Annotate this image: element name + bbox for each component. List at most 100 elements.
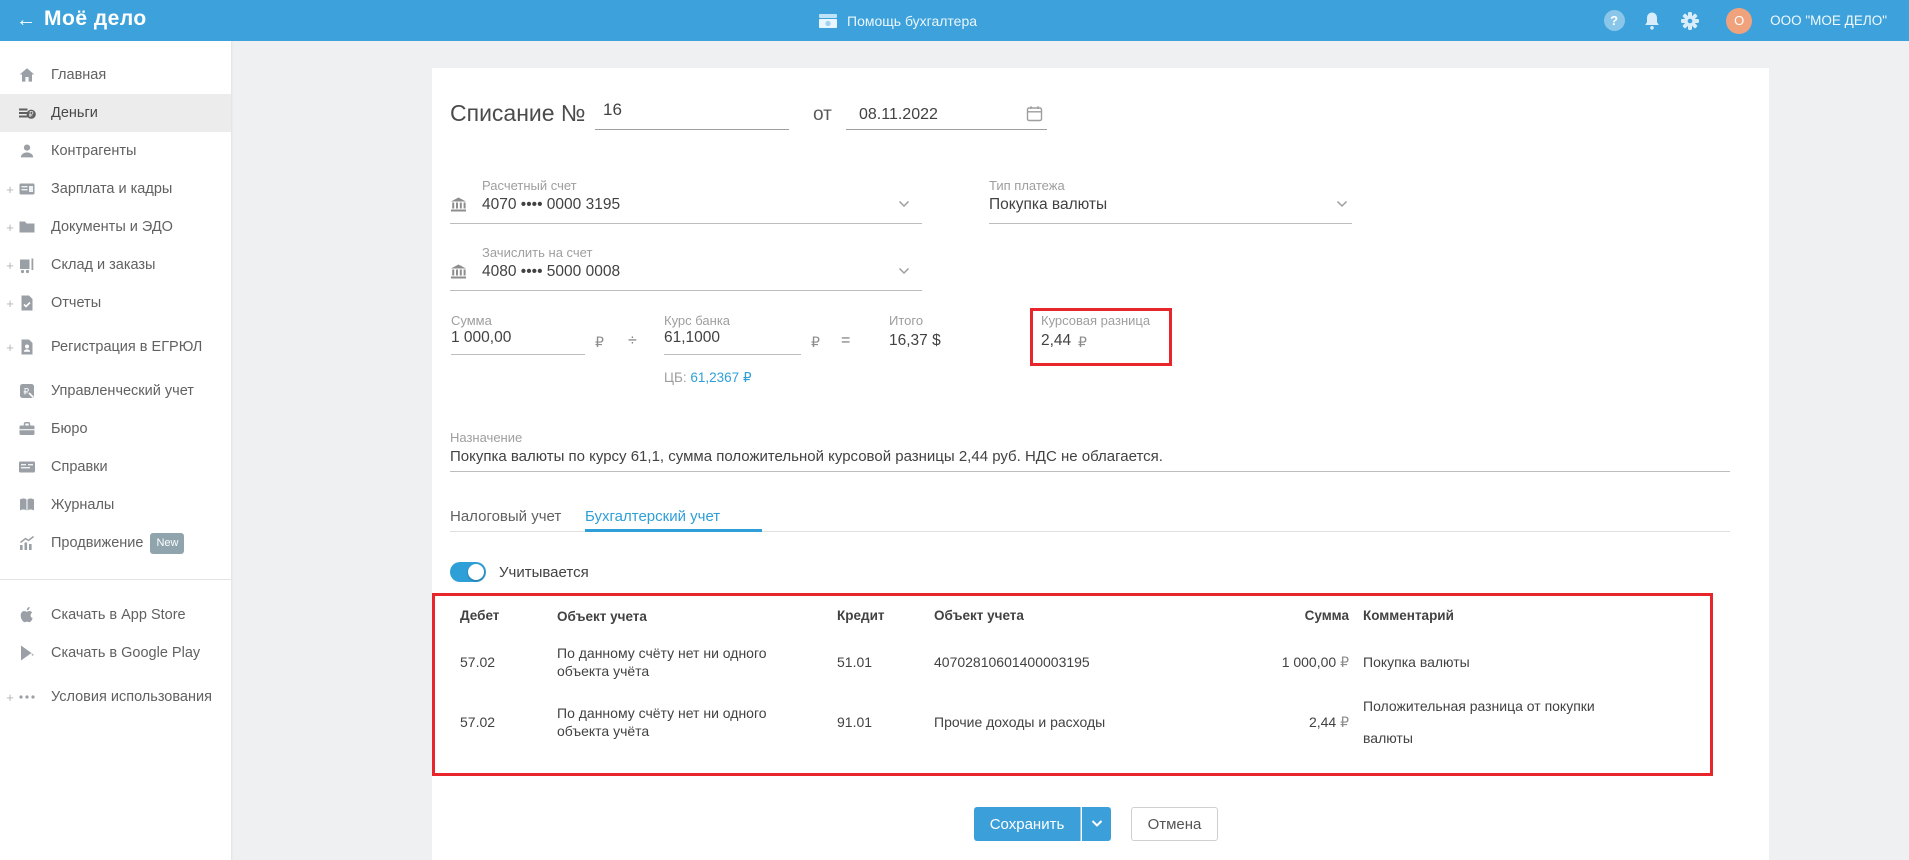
chevron-down-icon — [898, 200, 910, 208]
growth-chart-icon — [17, 533, 37, 553]
sidebar-item-money[interactable]: ₽ Деньги — [0, 94, 231, 132]
document-card: Списание № 16 от 08.11.2022 Расчетный сч… — [432, 68, 1769, 860]
report-doc-icon — [17, 293, 37, 313]
cb-rate-link[interactable]: 61,2367 ₽ — [690, 370, 751, 385]
settings-gear-icon[interactable] — [1678, 9, 1702, 33]
open-book-icon — [17, 495, 37, 515]
folder-icon — [17, 217, 37, 237]
purpose-label: Назначение — [450, 430, 523, 445]
new-badge: New — [150, 532, 185, 554]
purpose-input[interactable]: Покупка валюты по курсу 61,1, сумма поло… — [450, 448, 1730, 472]
table-row[interactable]: 57.02 По данному счёту нет ни одного объ… — [435, 690, 1710, 754]
chevron-down-icon — [1336, 200, 1348, 208]
row-credit: 91.01 — [837, 714, 873, 730]
debit-account-select[interactable]: 4070 •••• 0000 3195 — [450, 194, 922, 224]
cb-rate-line: ЦБ: 61,2367 ₽ — [664, 370, 752, 386]
postings-table: Дебет Объект учета Кредит Объект учета С… — [432, 593, 1713, 776]
sidebar-item-journals[interactable]: Журналы — [0, 486, 231, 524]
company-name[interactable]: ООО "МОЕ ДЕЛО" — [1770, 13, 1887, 28]
accounted-toggle[interactable] — [450, 562, 486, 582]
sidebar-item-documents[interactable]: + Документы и ЭДО — [0, 208, 231, 246]
rate-difference-label: Курсовая разница — [1041, 313, 1151, 328]
bank-rate-currency: ₽ — [811, 334, 820, 350]
sidebar-item-promotion[interactable]: Продвижение New — [0, 524, 231, 562]
save-button[interactable]: Сохранить — [974, 807, 1081, 841]
notifications-bell-icon[interactable] — [1640, 9, 1664, 33]
tab-accounting[interactable]: Бухгалтерский учет — [585, 508, 720, 525]
document-number-input[interactable]: 16 — [595, 100, 789, 130]
credit-account-select[interactable]: 4080 •••• 5000 0008 — [450, 261, 922, 291]
svg-text:₽: ₽ — [23, 387, 29, 397]
table-header-row: Дебет Объект учета Кредит Объект учета С… — [435, 608, 1710, 634]
sidebar-item-terms[interactable]: + Условия использования — [0, 672, 231, 722]
sidebar-item-home[interactable]: Главная — [0, 56, 231, 94]
home-icon — [17, 65, 37, 85]
total-label: Итого — [889, 313, 924, 328]
active-tab-underline — [585, 529, 762, 532]
bank-rate-input[interactable]: 61,1000 — [664, 329, 801, 355]
equals-sign: = — [841, 332, 851, 349]
payment-type-label: Тип платежа — [989, 178, 1065, 193]
cart-icon — [17, 255, 37, 275]
money-help-icon — [818, 13, 838, 29]
row-object1: По данному счёту нет ни одного объекта у… — [557, 645, 767, 679]
sidebar-item-management-accounting[interactable]: ₽ Управленческий учет — [0, 372, 231, 410]
sidebar-item-warehouse[interactable]: + Склад и заказы — [0, 246, 231, 284]
management-ruble-icon: ₽ — [17, 381, 37, 401]
row-comment: Покупка валюты — [1363, 654, 1470, 670]
sidebar-item-bureau[interactable]: Бюро — [0, 410, 231, 448]
google-play-icon — [17, 643, 37, 663]
col-header-credit: Кредит — [837, 608, 885, 623]
col-header-sum: Сумма — [1304, 608, 1349, 623]
sidebar-item-certificates[interactable]: Справки — [0, 448, 231, 486]
cancel-button[interactable]: Отмена — [1131, 807, 1218, 841]
date-preposition: от — [813, 104, 832, 125]
sidebar-divider — [0, 579, 231, 580]
bank-rate-label: Курс банка — [664, 313, 731, 328]
save-options-button[interactable] — [1082, 807, 1111, 841]
accountant-help-label: Помощь бухгалтера — [847, 12, 978, 29]
row-object1: По данному счёту нет ни одного объекта у… — [557, 705, 767, 739]
col-header-comment: Комментарий — [1363, 608, 1454, 623]
row-credit: 51.01 — [837, 654, 873, 670]
payment-type-select[interactable]: Покупка валюты — [989, 194, 1352, 224]
row-sum-currency: ₽ — [1340, 653, 1349, 670]
table-row[interactable]: 57.02 По данному счёту нет ни одного объ… — [435, 634, 1710, 690]
credit-account-label: Зачислить на счет — [482, 245, 593, 260]
debit-account-label: Расчетный счет — [482, 178, 577, 193]
row-object2: 40702810601400003195 — [934, 654, 1090, 670]
help-icon[interactable]: ? — [1602, 9, 1626, 33]
app-logo[interactable]: Моё дело — [44, 7, 147, 31]
sidebar-navigation: Главная ₽ Деньги Контрагенты + Зарплата … — [0, 41, 231, 860]
briefcase-icon — [17, 419, 37, 439]
badge-card-icon — [17, 179, 37, 199]
apple-icon — [17, 605, 37, 625]
calendar-icon[interactable] — [1026, 105, 1043, 122]
row-debit: 57.02 — [460, 714, 496, 730]
back-arrow-icon[interactable]: ← — [16, 8, 36, 32]
rate-difference-currency: ₽ — [1078, 334, 1087, 350]
col-header-object2: Объект учета — [934, 608, 1024, 623]
tab-tax-accounting[interactable]: Налоговый учет — [450, 508, 561, 525]
sidebar-item-contractors[interactable]: Контрагенты — [0, 132, 231, 170]
user-avatar[interactable]: O — [1726, 7, 1753, 34]
chevron-down-icon — [1091, 820, 1103, 828]
sidebar-item-egrul-registration[interactable]: + Регистрация в ЕГРЮЛ — [0, 322, 231, 372]
amount-currency: ₽ — [595, 334, 604, 350]
row-debit: 57.02 — [460, 654, 496, 670]
rate-difference-value: 2,44 — [1041, 332, 1072, 349]
row-sum-currency: ₽ — [1340, 713, 1349, 730]
sidebar-item-reports[interactable]: + Отчеты — [0, 284, 231, 322]
col-header-debit: Дебет — [460, 608, 500, 623]
accountant-help-link[interactable]: Помощь бухгалтера — [818, 0, 977, 41]
sidebar-item-app-store[interactable]: Скачать в App Store — [0, 596, 231, 634]
id-card-icon — [17, 457, 37, 477]
sidebar-item-google-play[interactable]: Скачать в Google Play — [0, 634, 231, 672]
page-title: Списание № — [450, 100, 586, 126]
sidebar-item-payroll[interactable]: + Зарплата и кадры — [0, 170, 231, 208]
svg-text:₽: ₽ — [28, 110, 33, 119]
amount-label: Сумма — [451, 313, 492, 328]
document-date-input[interactable]: 08.11.2022 — [846, 100, 1047, 130]
amount-input[interactable]: 1 000,00 — [451, 329, 585, 355]
cb-rate-prefix: ЦБ: — [664, 370, 687, 385]
